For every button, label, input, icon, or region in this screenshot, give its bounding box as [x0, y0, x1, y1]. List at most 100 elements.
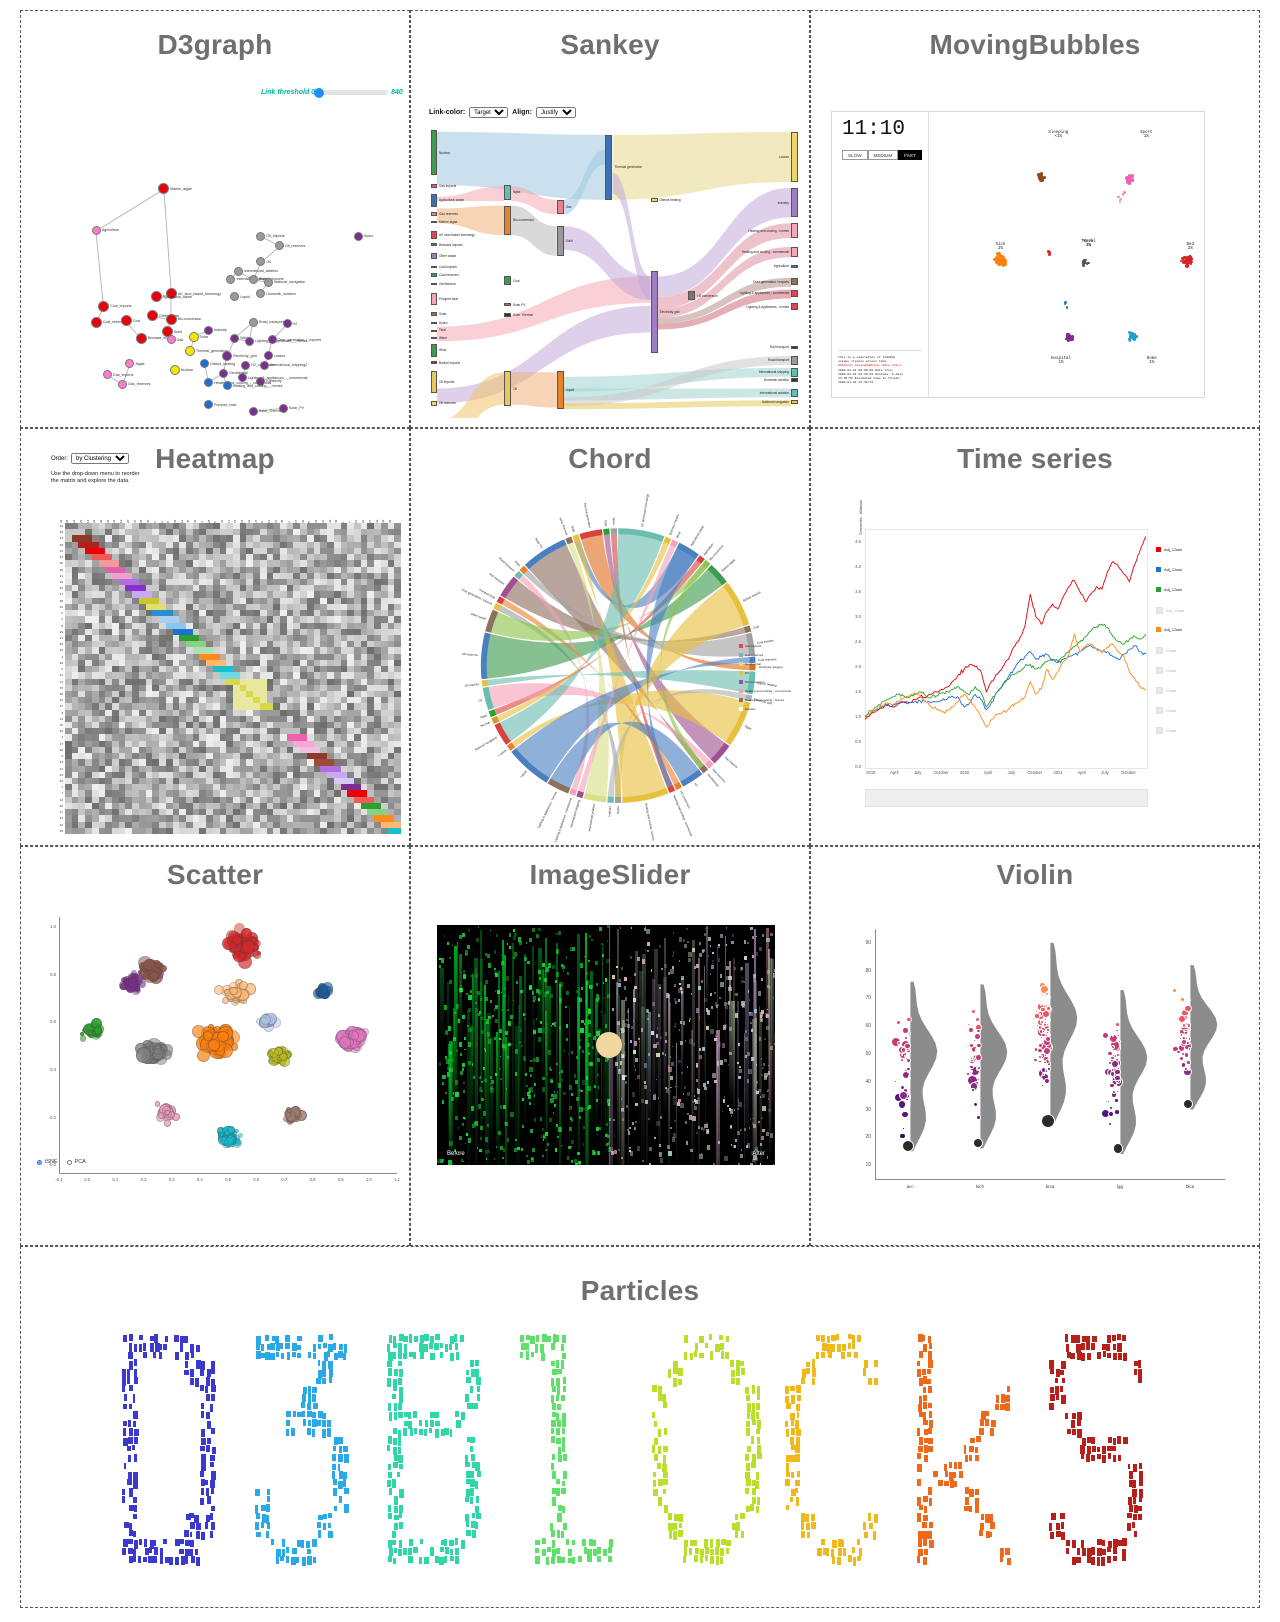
scatter-point[interactable] [164, 1109, 170, 1115]
timeseries-legend-swatch[interactable] [1156, 587, 1161, 592]
graph-node[interactable] [188, 331, 199, 342]
timeseries-legend-item[interactable]: Close [1156, 707, 1176, 714]
graph-node[interactable] [158, 183, 170, 195]
timeseries-legend-item[interactable]: Close [1156, 727, 1176, 734]
timeseries-legend-item[interactable]: Close [1156, 647, 1176, 654]
sankey-node[interactable] [503, 302, 511, 307]
scatter-point[interactable] [256, 951, 261, 956]
d3graph-canvas[interactable]: Marine_algae Agriculture Oil_imports Oil_re… [29, 106, 403, 424]
scatter-point[interactable] [320, 985, 329, 994]
graph-node[interactable] [222, 381, 232, 391]
sankey-node[interactable] [431, 130, 437, 175]
chord-legend-item[interactable]: Gas imports [738, 644, 761, 649]
sankey-node[interactable] [431, 336, 437, 340]
sankey-node[interactable] [556, 226, 564, 256]
graph-node[interactable] [125, 359, 135, 369]
heatmap-cell[interactable] [259, 703, 267, 710]
graph-node[interactable] [353, 231, 363, 241]
sankey-node[interactable] [791, 289, 798, 298]
speed-fast-button[interactable]: FAST [898, 150, 922, 160]
timeseries-legend-swatch[interactable] [1156, 547, 1161, 552]
sankey-node[interactable] [431, 221, 437, 224]
graph-node[interactable] [120, 315, 132, 327]
graph-node[interactable] [282, 319, 292, 329]
scatter-canvas[interactable]: -0.1 0.0 0.1 0.2 0.3 0.4 0.5 0.6 0.7 0.8 0.9 1.0 1.1… [35, 909, 405, 1199]
chord-legend-item[interactable]: Gas reserves [738, 653, 763, 658]
scatter-point[interactable] [223, 989, 231, 997]
graph-node[interactable] [91, 225, 101, 235]
graph-node[interactable] [233, 266, 243, 276]
timeseries-legend-swatch[interactable] [1156, 727, 1163, 734]
timeseries-legend-item[interactable]: Adj_Close [1156, 627, 1182, 632]
scatter-point[interactable] [128, 975, 133, 980]
graph-node[interactable] [222, 350, 233, 361]
graph-node[interactable] [241, 360, 251, 370]
chord-legend-item[interactable]: Heating and cooling - commercial [738, 689, 791, 694]
graph-node[interactable] [204, 400, 214, 410]
scatter-point[interactable] [196, 1048, 210, 1062]
graph-node[interactable] [118, 379, 127, 389]
graph-node[interactable] [166, 335, 176, 345]
graph-node[interactable] [90, 316, 102, 328]
graph-node[interactable] [256, 289, 266, 299]
graph-node[interactable] [275, 241, 285, 251]
scatter-point[interactable] [208, 1039, 220, 1051]
graph-node[interactable] [150, 291, 162, 303]
speed-buttons[interactable]: SLOW MEDIUM FAST [842, 150, 922, 160]
graph-node[interactable] [146, 310, 158, 322]
sankey-node[interactable] [431, 194, 437, 207]
order-select[interactable]: by Clustering [71, 453, 130, 464]
sankey-node[interactable] [431, 253, 437, 259]
timeseries-canvas[interactable]: 0.0 0.5 1.0 1.5 2.0 2.5 3.0 3.5 4.0 4.5 2019 April J… [831, 500, 1241, 819]
timeseries-line[interactable] [864, 536, 1147, 720]
scatter-point[interactable] [80, 1035, 87, 1042]
chord-arc[interactable] [607, 796, 614, 803]
graph-node[interactable] [278, 403, 288, 413]
sankey-node[interactable] [431, 322, 437, 325]
graph-node[interactable] [248, 406, 258, 416]
sankey-node[interactable] [503, 184, 511, 200]
scatter-point[interactable] [289, 1105, 302, 1117]
sankey-node[interactable] [431, 329, 437, 332]
scatter-projection-radios[interactable]: tSNE PCA [37, 1159, 86, 1165]
sankey-node[interactable] [791, 356, 798, 365]
sankey-node[interactable] [431, 243, 437, 247]
sankey-node[interactable] [791, 400, 798, 404]
sankey-node[interactable] [650, 198, 658, 202]
scatter-point[interactable] [216, 1030, 229, 1043]
graph-node[interactable] [226, 274, 236, 284]
sankey-node[interactable] [503, 205, 511, 236]
scatter-point[interactable] [93, 1025, 103, 1035]
sankey-controls[interactable]: Link-color: Target Align: Justify [429, 107, 576, 118]
sankey-node[interactable] [791, 223, 798, 239]
sankey-node[interactable] [791, 388, 798, 398]
radio-tsne-dot[interactable] [37, 1159, 42, 1165]
chord-legend-item[interactable]: H2 conversion [738, 680, 765, 685]
heatmap-order-control[interactable]: Order: by Clustering [51, 453, 130, 464]
timeseries-brush[interactable] [865, 789, 1148, 807]
imageslider-viewport[interactable]: Before After [437, 925, 775, 1165]
timeseries-line[interactable] [864, 644, 1147, 718]
timeseries-legend-swatch[interactable] [1156, 707, 1163, 714]
sankey-node[interactable] [431, 211, 437, 217]
sankey-node[interactable] [431, 231, 437, 239]
scatter-point[interactable] [233, 950, 245, 963]
align-select[interactable]: Justify [536, 107, 576, 118]
graph-node[interactable] [230, 333, 240, 343]
timeseries-legend-swatch[interactable] [1156, 647, 1163, 654]
graph-node[interactable] [169, 364, 180, 375]
graph-node[interactable] [248, 317, 258, 327]
timeseries-legend-item[interactable]: Adj_Close [1156, 547, 1182, 552]
scatter-point[interactable] [338, 1036, 352, 1049]
sankey-node[interactable] [503, 276, 511, 286]
graph-node[interactable] [218, 368, 228, 378]
scatter-point[interactable] [142, 959, 155, 971]
graph-node[interactable] [135, 332, 147, 344]
sankey-node[interactable] [556, 370, 564, 410]
sankey-node[interactable] [431, 312, 437, 317]
sankey-node[interactable] [791, 302, 798, 311]
timeseries-legend-swatch[interactable] [1156, 607, 1163, 614]
graph-node[interactable] [200, 359, 210, 369]
sankey-node[interactable] [791, 246, 798, 258]
scatter-point[interactable] [241, 940, 255, 954]
